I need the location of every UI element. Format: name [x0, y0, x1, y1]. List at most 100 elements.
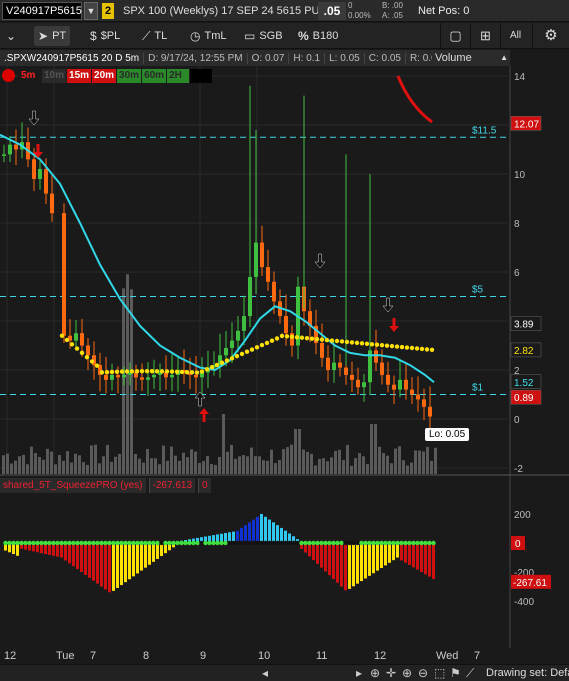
- settings-button[interactable]: ⚙: [532, 23, 569, 49]
- squeeze-dot: [263, 540, 268, 546]
- volume-bar: [238, 456, 241, 474]
- volume-bar: [386, 455, 389, 474]
- average-dot: [179, 369, 185, 375]
- scroll-right-icon[interactable]: ▸: [356, 666, 362, 680]
- volume-bar: [230, 444, 233, 474]
- price-axis-label: 14: [514, 72, 526, 83]
- volume-bar: [362, 456, 365, 474]
- average-dot: [189, 370, 195, 375]
- chevron-up-icon: ▲: [500, 53, 508, 62]
- volume-bar: [218, 456, 221, 474]
- histogram-bar: [376, 543, 379, 571]
- histogram-bar: [72, 543, 75, 567]
- squeeze-dot: [359, 540, 364, 546]
- all-button[interactable]: All: [500, 23, 530, 49]
- trendline-tool-button[interactable]: ⟋ TL: [142, 26, 167, 46]
- grid-layout-button[interactable]: ⊞: [470, 23, 500, 49]
- histogram-bar: [152, 543, 155, 562]
- squeeze-dot: [315, 540, 320, 546]
- sgb-tool-button[interactable]: ▭ SGB: [244, 26, 283, 46]
- candle-body: [254, 242, 258, 277]
- candle-body: [62, 213, 66, 336]
- pointer-tool-label: PT: [52, 30, 67, 42]
- symbol-input[interactable]: V240917P5615: [2, 2, 82, 20]
- time-axis-label: Wed: [436, 650, 459, 662]
- candle-body: [266, 267, 270, 282]
- squeeze-dot: [251, 540, 256, 546]
- zoom-box-icon[interactable]: ⬚: [434, 666, 445, 680]
- volume-bar: [414, 450, 417, 474]
- price-axis-label: 10: [514, 170, 526, 181]
- price-chart[interactable]: 14121086420-2$11.5$5$112.073.892.821.520…: [0, 66, 569, 476]
- drawing-set-selector[interactable]: Drawing set: Default: [486, 667, 569, 679]
- squeeze-dot: [123, 540, 128, 546]
- indicator-name[interactable]: shared_5T_SqueezePRO (yes): [0, 478, 146, 493]
- candle-body: [248, 276, 252, 317]
- average-dot: [99, 370, 105, 375]
- squeeze-dot: [411, 540, 416, 546]
- pointer-tool-button[interactable]: ➤ PT: [34, 26, 71, 46]
- indicator-axis-label: 200: [514, 510, 531, 521]
- histogram-bar: [120, 543, 123, 586]
- volume-bar: [366, 464, 369, 474]
- pan-icon[interactable]: ⊕: [370, 666, 380, 680]
- candle-body: [74, 333, 78, 341]
- average-dot: [229, 356, 235, 361]
- average-dot: [84, 354, 90, 360]
- squeeze-dot: [51, 540, 56, 546]
- volume-bar: [78, 455, 81, 474]
- timeframe-button[interactable]: 30m: [117, 69, 142, 83]
- link-group-badge[interactable]: 2: [102, 3, 114, 19]
- volume-bar: [314, 465, 317, 474]
- timeframe-button[interactable]: 20m: [92, 69, 117, 83]
- drawing-icon[interactable]: ⟋: [466, 666, 474, 681]
- ask-value: A: .05: [382, 11, 403, 20]
- timeframe-button[interactable]: 5m: [19, 69, 41, 83]
- squeeze-dot: [215, 540, 220, 546]
- candle-body: [284, 316, 288, 334]
- average-dot: [89, 359, 95, 364]
- squeeze-dot: [43, 540, 48, 546]
- average-dot: [409, 345, 415, 351]
- scroll-left-icon[interactable]: ◂: [262, 666, 268, 680]
- volume-bar: [110, 461, 113, 474]
- time-axis-label: 8: [143, 650, 150, 662]
- volume-bar: [182, 452, 185, 474]
- histogram-bar: [256, 516, 259, 543]
- b180-tool-button[interactable]: % B180: [298, 26, 338, 46]
- symbol-dropdown-icon[interactable]: ▼: [84, 2, 98, 20]
- candle-body: [338, 362, 342, 368]
- status-bar: ◂ ▸ ⊕ ✛ ⊕ ⊖ ⬚ ⚑ ⟋ Drawing set: Default: [0, 664, 569, 681]
- single-layout-button[interactable]: ▢: [440, 23, 470, 49]
- timeframe-button[interactable]: 15m: [67, 69, 92, 83]
- volume-bar: [390, 463, 393, 474]
- squeeze-dot: [375, 540, 380, 546]
- crosshair-icon[interactable]: ✛: [386, 666, 396, 680]
- timeframe-button[interactable]: [190, 69, 213, 83]
- zoom-out-icon[interactable]: ⊖: [418, 666, 428, 680]
- chevron-down-icon[interactable]: ⌄: [6, 26, 16, 46]
- price-pl-tool-button[interactable]: $ $PL: [90, 26, 120, 46]
- squeeze-dot: [155, 540, 160, 546]
- volume-toggle[interactable]: Volume ▲: [432, 50, 510, 66]
- candle-body: [44, 169, 48, 194]
- timeframe-button[interactable]: 10m: [42, 69, 67, 83]
- candle-body: [122, 374, 126, 378]
- histogram-bar: [76, 543, 79, 570]
- squeeze-indicator-chart[interactable]: 2000-200-4000-267.61: [0, 476, 569, 648]
- timeline-tool-button[interactable]: ◷ TmL: [190, 26, 226, 46]
- volume-bar: [206, 456, 209, 474]
- flag-icon[interactable]: ⚑: [450, 666, 461, 680]
- volume-bar: [170, 446, 173, 474]
- timeframe-button[interactable]: 60m: [142, 69, 167, 83]
- squeeze-dot: [279, 540, 284, 546]
- candle-body: [152, 374, 156, 378]
- volume-bar: [286, 447, 289, 474]
- trendline-icon: ⟋: [142, 29, 151, 43]
- candle-body: [224, 347, 228, 356]
- squeeze-dot: [415, 540, 420, 546]
- timeframe-button[interactable]: 2H: [167, 69, 190, 83]
- volume-bar: [358, 453, 361, 474]
- volume-bar: [114, 456, 117, 474]
- zoom-in-icon[interactable]: ⊕: [402, 666, 412, 680]
